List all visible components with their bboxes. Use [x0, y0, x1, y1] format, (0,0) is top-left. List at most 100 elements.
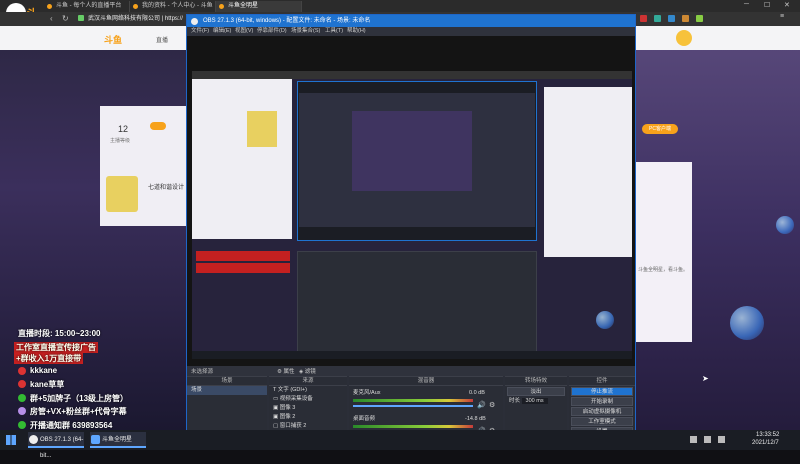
obs-source-toolbar: 未选择源 ⚙ 属性 ◈ 滤镜	[187, 366, 635, 376]
no-source-label: 未选择源	[191, 369, 214, 375]
taskbar-app-browser[interactable]: 斗鱼全明星	[90, 432, 146, 448]
obs-window: OBS 27.1.3 (64-bit, windows) - 配置文件: 未命名…	[186, 14, 636, 438]
sources-dock: 来源 T 文字 (GDI+) ▭ 视频采集设备 ▣ 图像 3 ▣ 图像 2 ▢ …	[269, 376, 347, 438]
extension-icon[interactable]	[668, 15, 675, 22]
minimize-icon[interactable]: ─	[744, 1, 749, 8]
pc-client-tag[interactable]: PC客户端	[642, 124, 678, 134]
preview-canvas	[192, 71, 632, 359]
card-title: 七道和谐设计	[148, 185, 185, 191]
filters-button[interactable]: ◈ 滤镜	[299, 367, 316, 375]
close-icon[interactable]: ✕	[784, 1, 790, 9]
source-item[interactable]: T 文字 (GDI+)	[269, 386, 347, 395]
gear-icon: ⚙	[277, 369, 282, 375]
stop-streaming-button[interactable]: 停止推流	[571, 387, 633, 396]
controls-dock: 控件 停止推流 开始录制 启动虚拟摄像机 工作室模式 设置	[569, 376, 635, 438]
extension-icon[interactable]	[682, 15, 689, 22]
crown-icon	[18, 407, 26, 415]
image-icon: ▣	[273, 414, 279, 420]
scene-item[interactable]: 场景	[187, 386, 267, 395]
camera-icon: ▭	[273, 396, 279, 402]
menu-help[interactable]: 帮助(H)	[347, 27, 366, 36]
level-number: 12	[118, 124, 129, 134]
extension-icon[interactable]	[654, 15, 661, 22]
volume-icon[interactable]	[704, 436, 711, 443]
ime-icon[interactable]	[718, 436, 725, 443]
network-icon[interactable]	[690, 436, 697, 443]
window-icon: ▢	[273, 423, 279, 429]
back-icon[interactable]: ‹	[50, 14, 53, 23]
menu-view[interactable]: 视图(V)	[235, 27, 253, 36]
weibo-icon	[18, 380, 26, 388]
start-recording-button[interactable]: 开始录制	[571, 397, 633, 406]
menu-tools[interactable]: 工具(T)	[325, 27, 343, 36]
avatar	[106, 176, 138, 212]
menu-file[interactable]: 文件(F)	[191, 27, 209, 36]
image-icon: ▣	[273, 405, 279, 411]
mouse-cursor-icon: ➤	[702, 374, 709, 383]
mixer-channel-name: 桌面音频	[353, 416, 376, 422]
virtual-camera-button[interactable]: 启动虚拟摄像机	[571, 407, 633, 416]
gear-icon[interactable]: ⚙	[489, 401, 495, 409]
clock-date[interactable]: 2021/12/7	[752, 440, 779, 446]
studio-mode-button[interactable]: 工作室模式	[571, 417, 633, 426]
volume-meter	[353, 425, 473, 428]
filter-icon: ◈	[299, 369, 304, 375]
browser-tab-bar: 斗鱼 斗鱼 - 每个人的直播平台 我的资料 - 个人中心 - 斗鱼 斗鱼全明星 …	[0, 0, 800, 36]
side-text: 斗鱼全明星，看斗鱼。	[638, 267, 689, 273]
source-item[interactable]: ▣ 图像 2	[269, 413, 347, 422]
windows-taskbar: OBS 27.1.3 (64-bit... 斗鱼全明星 13:33:52 202…	[0, 430, 800, 459]
menu-docks[interactable]: 停靠部件(D)	[257, 27, 287, 36]
decorative-bubble	[730, 306, 764, 340]
tab-all-stars[interactable]: 斗鱼全明星	[216, 1, 302, 12]
speaker-icon[interactable]: 🔊	[477, 401, 486, 409]
clock-time[interactable]: 13:33:52	[756, 432, 779, 438]
browser-icon	[91, 435, 100, 444]
decorative-bubble	[776, 216, 794, 234]
menu-edit[interactable]: 编辑(E)	[213, 27, 231, 36]
obs-logo-icon	[191, 18, 198, 25]
notice-line-2: +群收入1万直接带	[14, 353, 84, 364]
schedule-text: 直播时段: 15:00~23:00	[18, 329, 101, 338]
tab-douyu-home[interactable]: 斗鱼 - 每个人的直播平台	[44, 1, 130, 12]
taskbar-app-obs[interactable]: OBS 27.1.3 (64-bit...	[28, 432, 84, 459]
site-logo[interactable]: 斗鱼	[104, 33, 122, 46]
source-item[interactable]: ▭ 视频采集设备	[269, 395, 347, 404]
toggle-icon[interactable]	[150, 122, 166, 130]
obs-icon	[29, 435, 38, 444]
window-controls: ─ ☐ ✕	[740, 1, 798, 11]
url-field[interactable]: 武汉斗鱼网络科技有限公司 | https://	[88, 14, 198, 24]
nav-live[interactable]: 直播	[156, 35, 168, 44]
mixer-channel-db: 0.0 dB	[469, 390, 485, 396]
level-label: 主播等级	[110, 138, 131, 144]
bell-icon	[18, 421, 26, 429]
menu-scene-collection[interactable]: 场景集合(S)	[291, 27, 320, 36]
duration-label: 时长	[509, 398, 521, 404]
volume-meter	[353, 399, 473, 402]
scenes-dock: 场景 场景 ＋ － ∧ ∨	[187, 376, 267, 438]
start-icon[interactable]	[6, 435, 16, 445]
obs-preview[interactable]	[187, 36, 635, 366]
tray-icons	[690, 436, 750, 444]
maximize-icon[interactable]: ☐	[764, 1, 770, 9]
decorative-bubble	[596, 311, 614, 329]
extension-icon[interactable]	[640, 15, 647, 22]
text-icon: T	[273, 387, 277, 393]
transition-select[interactable]: 淡出	[507, 387, 565, 396]
properties-button[interactable]: ⚙ 属性	[277, 367, 294, 375]
source-item[interactable]: ▣ 图像 3	[269, 404, 347, 413]
volume-slider[interactable]	[353, 405, 473, 407]
toolbar-icons: ≡	[640, 13, 790, 23]
menu-icon[interactable]: ≡	[780, 13, 784, 20]
mixer-dock: 混音器 麦克风/Aux 0.0 dB 🔊 ⚙ 桌面音频 -14.8 dB 🔊 ⚙	[349, 376, 503, 438]
tab-profile[interactable]: 我的资料 - 个人中心 - 斗鱼	[130, 1, 216, 12]
douyu-page-right: PC客户端 斗鱼全明星，看斗鱼。 ➤	[636, 26, 800, 430]
user-avatar-icon[interactable]	[676, 30, 692, 46]
douyu-page-left: 斗鱼 直播 12 主播等级 七道和谐设计 直播时段: 15:00~23:00 工…	[0, 26, 186, 430]
duration-field[interactable]: 300 ms	[521, 398, 548, 404]
transitions-dock: 转场特效 淡出 时长 300 ms	[505, 376, 567, 438]
notice-line-1: 工作室直播宣传接广告	[14, 342, 98, 353]
wechat-icon	[18, 394, 26, 402]
refresh-icon[interactable]: ↻	[62, 14, 69, 23]
obs-title-bar: OBS 27.1.3 (64-bit, windows) - 配置文件: 未命名…	[187, 15, 635, 27]
extension-icon[interactable]	[696, 15, 703, 22]
